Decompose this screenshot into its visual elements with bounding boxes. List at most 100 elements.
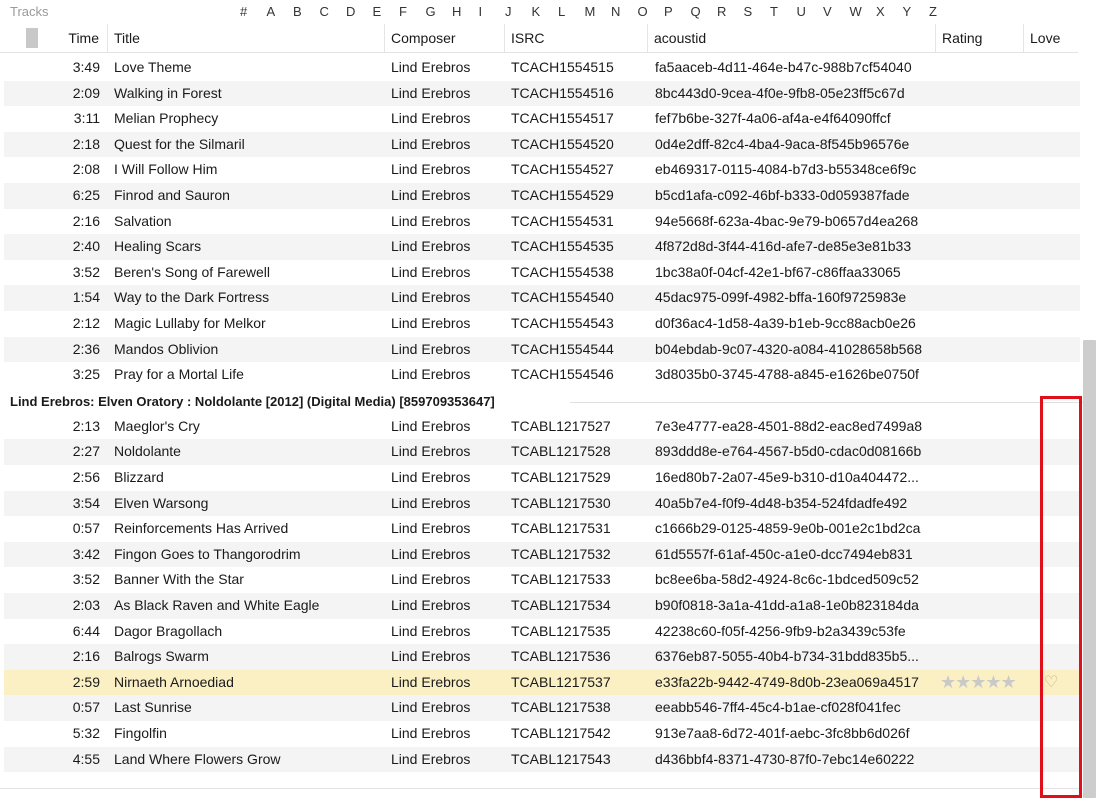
track-time: 3:52 [72,571,100,588]
column-header-title[interactable]: Title [107,24,384,52]
table-row[interactable]: 6:44 Dagor Bragollach Lind Erebros TCABL121… [4,619,1080,645]
column-header: Time Title Composer ISRC acoustid Rating… [0,24,1078,53]
alphabet-jump-u[interactable]: U [797,4,824,19]
track-composer: Lind Erebros [391,263,471,280]
track-title: Mandos Oblivion [114,340,219,357]
table-row[interactable]: 2:03 As Black Raven and White Eagle Lind E… [4,593,1080,619]
column-header-time[interactable]: Time [50,24,107,52]
track-title: Land Where Flowers Grow [114,750,281,767]
track-acoustid: 6376eb87-5055-40b4-b734-31bdd835b5... [655,648,919,665]
track-time: 4:55 [72,750,100,767]
track-composer: Lind Erebros [391,648,471,665]
table-row[interactable]: 3:49 Love Theme Lind Erebros TCACH1554515 fa… [4,55,1080,81]
table-row[interactable]: 2:16 Salvation Lind Erebros TCACH1554531 94e… [4,209,1080,235]
table-row[interactable]: 5:32 Fingolfin Lind Erebros TCABL1217542 913… [4,721,1080,747]
track-title: Dagor Bragollach [114,622,223,639]
track-composer: Lind Erebros [391,545,471,562]
track-composer: Lind Erebros [391,366,471,383]
alphabet-jump-k[interactable]: K [532,4,559,19]
alphabet-jump-t[interactable]: T [770,4,797,19]
vertical-scrollbar-thumb[interactable] [1083,340,1096,798]
table-row[interactable]: 2:16 Balrogs Swarm Lind Erebros TCABL121753… [4,644,1080,670]
table-row[interactable]: 2:12 Magic Lullaby for Melkor Lind Erebros… [4,311,1080,337]
alphabet-jump-hash[interactable]: # [240,4,267,19]
track-acoustid: 94e5668f-623a-4bac-9e79-b0657d4ea268 [655,212,919,229]
alphabet-jump-f[interactable]: F [399,4,426,19]
alphabet-jump-d[interactable]: D [346,4,373,19]
table-row[interactable]: 3:54 Elven Warsong Lind Erebros TCABL121753… [4,490,1080,517]
table-row[interactable]: 3:25 Pray for a Mortal Life Lind Erebros TC… [4,362,1080,388]
alphabet-jump-p[interactable]: P [664,4,691,19]
track-composer: Lind Erebros [391,161,471,178]
alphabet-jump-q[interactable]: Q [691,4,718,19]
table-row[interactable]: 0:57 Last Sunrise Lind Erebros TCABL1217538… [4,695,1080,721]
column-header-composer[interactable]: Composer [384,24,504,52]
table-row[interactable]: 2:56 Blizzard Lind Erebros TCABL1217529 16ed… [4,465,1080,491]
column-header-isrc[interactable]: ISRC [504,24,647,52]
alphabet-jump-v[interactable]: V [823,4,850,19]
table-row[interactable]: 2:36 Mandos Oblivion Lind Erebros TCACH1554… [4,336,1080,363]
column-header-rating[interactable]: Rating [935,24,1023,52]
table-row[interactable]: 2:27 Noldolante Lind Erebros TCABL1217528 89… [4,439,1080,465]
alphabet-jump-e[interactable]: E [373,4,400,19]
tracks-topbar: Tracks # A B C D E F G H I J K L M N O P Q R S T U V W X Y Z [0,0,1098,24]
alphabet-jump-o[interactable]: O [638,4,665,19]
table-row[interactable]: 2:18 Quest for the Silmaril Lind Erebros TC… [4,131,1080,158]
track-composer: Lind Erebros [391,59,471,75]
track-title: Fingolfin [114,725,167,741]
table-row[interactable]: 1:54 Way to the Dark Fortress Lind Erebros… [4,285,1080,311]
track-isrc: TCABL1217527 [511,417,611,434]
alphabet-jump-z[interactable]: Z [929,4,956,19]
column-drag-handle[interactable] [26,28,38,48]
alphabet-jump-c[interactable]: C [320,4,347,19]
alphabet-jump-m[interactable]: M [585,4,612,19]
track-time: 0:57 [72,699,100,716]
track-acoustid: 42238c60-f05f-4256-9fb9-b2a3439c53fe [655,622,906,639]
star-rating[interactable]: ★★★★★ [940,670,1030,696]
track-time: 2:18 [72,135,100,152]
alphabet-jump-a[interactable]: A [267,4,294,19]
track-title: I Will Follow Him [114,161,218,178]
table-row[interactable]: 0:57 Reinforcements Has Arrived Lind Erebr… [4,516,1080,542]
track-time: 6:44 [72,622,100,639]
alphabet-jump-s[interactable]: S [744,4,771,19]
track-acoustid: eb469317-0115-4084-b7d3-b55348ce6f9c [655,161,917,178]
alphabet-jump-w[interactable]: W [850,4,877,19]
alphabet-jump-x[interactable]: X [876,4,903,19]
track-isrc: TCACH1554535 [511,238,614,255]
track-title: Quest for the Silmaril [114,135,245,152]
table-row[interactable]: 4:55 Land Where Flowers Grow Lind Erebros T… [4,746,1080,773]
table-row[interactable]: 3:42 Fingon Goes to Thangorodrim Lind Ereb… [4,541,1080,568]
track-acoustid: 0d4e2dff-82c4-4ba4-9aca-8f545b96576e [655,135,910,152]
group-divider-line [570,401,1088,403]
alphabet-jump-j[interactable]: J [505,4,532,19]
track-title: Melian Prophecy [114,110,219,127]
track-time: 2:09 [72,84,100,101]
track-time: 2:36 [72,340,100,357]
track-isrc: TCABL1217534 [511,597,611,613]
table-row[interactable]: 3:52 Banner With the Star Lind Erebros TCAB… [4,567,1080,593]
alphabet-jump-i[interactable]: I [479,4,506,19]
track-isrc: TCABL1217531 [511,520,611,537]
table-row[interactable]: 3:11 Melian Prophecy Lind Erebros TCACH1554… [4,106,1080,132]
table-row[interactable]: 2:08 I Will Follow Him Lind Erebros TCACH15… [4,157,1080,183]
alphabet-jump-l[interactable]: L [558,4,585,19]
alphabet-jump-n[interactable]: N [611,4,638,19]
alphabet-jump-h[interactable]: H [452,4,479,19]
track-acoustid: bc8ee6ba-58d2-4924-8c6c-1bdced509c52 [655,571,919,588]
table-row[interactable]: 2:09 Walking in Forest Lind Erebros TCACH15… [4,80,1080,107]
track-time: 2:16 [72,212,100,229]
track-title: Pray for a Mortal Life [114,366,244,383]
table-row-selected[interactable]: 2:59 Nirnaeth Arnoediad Lind Erebros TCABL1… [4,669,1080,696]
table-row[interactable]: 3:52 Beren's Song of Farewell Lind Erebros… [4,260,1080,286]
column-header-love[interactable]: Love [1023,24,1078,52]
table-row[interactable]: 2:40 Healing Scars Lind Erebros TCACH155453… [4,234,1080,260]
alphabet-jump-b[interactable]: B [293,4,320,19]
alphabet-jump-y[interactable]: Y [903,4,930,19]
alphabet-jump-g[interactable]: G [426,4,453,19]
table-row[interactable]: 6:25 Finrod and Sauron Lind Erebros TCACH15… [4,183,1080,209]
track-composer: Lind Erebros [391,417,471,434]
column-header-acoustid[interactable]: acoustid [647,24,935,52]
alphabet-jump-r[interactable]: R [717,4,744,19]
table-row[interactable]: 2:13 Maeglor's Cry Lind Erebros TCABL121752… [4,414,1080,440]
